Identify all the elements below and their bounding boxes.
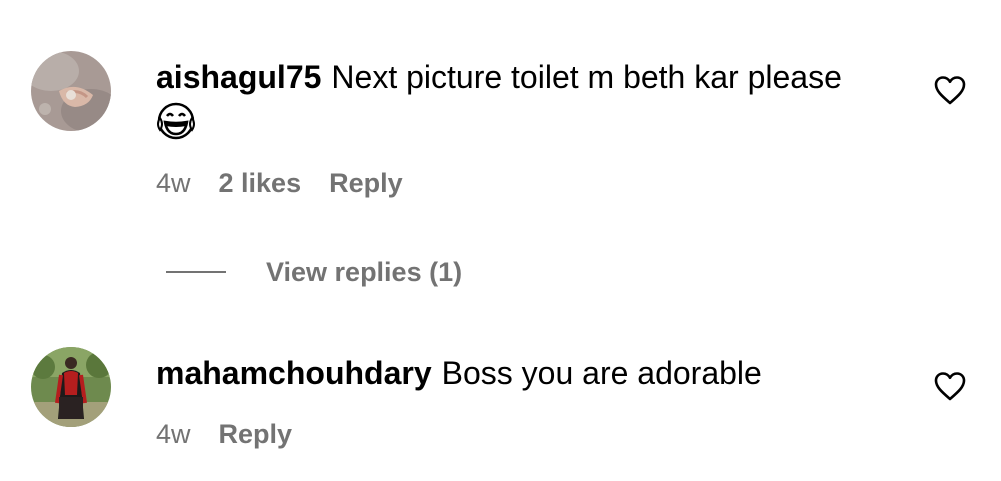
- username-link[interactable]: aishagul75: [156, 59, 321, 95]
- joy-emoji-icon: [156, 102, 196, 152]
- reply-button[interactable]: Reply: [219, 419, 293, 450]
- view-replies-label: View replies (1): [266, 256, 463, 287]
- timestamp[interactable]: 4w: [156, 168, 191, 199]
- divider-line: [166, 271, 226, 273]
- view-replies-button[interactable]: View replies (1): [166, 252, 462, 292]
- timestamp[interactable]: 4w: [156, 419, 191, 450]
- comment-body: aishagul75 Next picture toilet m beth kar…: [156, 54, 856, 152]
- avatar[interactable]: [31, 347, 111, 427]
- likes-count[interactable]: 2 likes: [219, 168, 302, 199]
- avatar[interactable]: [31, 51, 111, 131]
- comment-body: mahamchouhdary Boss you are adorable: [156, 350, 856, 396]
- comment-text: Boss you are adorable: [441, 355, 762, 391]
- comment-meta: 4w 2 likes Reply: [156, 168, 431, 199]
- comment-meta: 4w Reply: [156, 419, 320, 450]
- username-link[interactable]: mahamchouhdary: [156, 355, 432, 391]
- like-heart-icon[interactable]: [933, 74, 967, 106]
- like-heart-icon[interactable]: [933, 370, 967, 402]
- comment-text: Next picture toilet m beth kar please: [331, 59, 842, 95]
- reply-button[interactable]: Reply: [329, 168, 403, 199]
